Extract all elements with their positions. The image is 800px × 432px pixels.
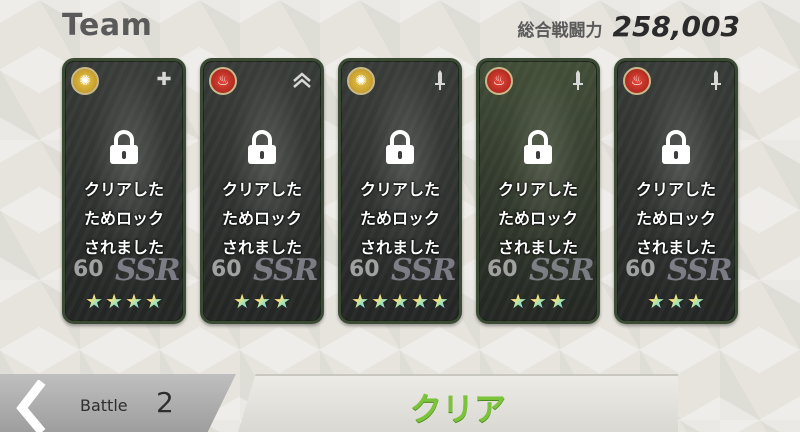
lock-icon (662, 130, 690, 164)
sun-element-icon: ✺ (71, 67, 99, 95)
star-icon: ★ (351, 289, 370, 313)
level-value: 60 (349, 257, 380, 282)
rarity-badge: SSR (667, 253, 733, 288)
star-rating: ★ ★ ★ ★ (65, 291, 183, 311)
total-power: 総合戦闘力 258,003 (517, 10, 740, 43)
star-icon: ★ (125, 289, 143, 313)
fire-element-icon: ♨ (623, 67, 651, 95)
level-value: 60 (73, 257, 104, 282)
level-value: 60 (625, 257, 656, 282)
character-card[interactable]: ♨ クリアした ためロック されました 60 SSR ★ ★ ★ (200, 58, 324, 324)
character-card[interactable]: ✺ ✚ クリアした ためロック されました 60 SSR ★ ★ ★ ★ (62, 58, 186, 324)
locked-message: クリアした ためロック されました (65, 175, 183, 262)
total-power-value: 258,003 (612, 10, 740, 43)
locked-message: クリアした ためロック されました (203, 175, 321, 262)
character-card[interactable]: ♨ クリアした ためロック されました 60 SSR ★ ★ ★ (476, 58, 600, 324)
bottom-bar: Battle 2 クリア (0, 374, 800, 432)
battle-number: 2 (156, 386, 174, 419)
rarity-badge: SSR (391, 253, 457, 288)
star-rating: ★ ★ ★ ★ ★ (341, 291, 459, 311)
star-icon: ★ (509, 289, 528, 313)
rarity-badge: SSR (253, 253, 319, 288)
locked-message: クリアした ためロック されました (617, 175, 735, 262)
star-icon: ★ (410, 289, 429, 313)
star-icon: ★ (548, 289, 567, 313)
page-title: Team (62, 8, 153, 43)
lock-icon (386, 130, 414, 164)
healer-cross-icon: ✚ (156, 69, 172, 90)
star-icon: ★ (85, 289, 104, 313)
lock-icon (248, 130, 276, 164)
sword-icon (435, 70, 445, 90)
rarity-badge: SSR (529, 253, 595, 288)
level-value: 60 (487, 257, 518, 282)
star-icon: ★ (647, 289, 666, 313)
star-icon: ★ (144, 289, 163, 313)
locked-message-line: クリアした (221, 180, 302, 199)
clear-status-text: クリア (409, 390, 506, 428)
lock-icon (110, 130, 138, 164)
sun-element-icon: ✺ (347, 67, 375, 95)
fire-element-icon: ♨ (485, 67, 513, 95)
team-card-list: ✺ ✚ クリアした ためロック されました 60 SSR ★ ★ ★ ★ ♨ クリアしたた… (62, 58, 738, 324)
star-rating: ★ ★ ★ (617, 291, 735, 311)
locked-message-line: ためロック (635, 209, 716, 228)
locked-message-line: クリアした (359, 180, 440, 199)
locked-message-line: ためロック (221, 209, 302, 228)
star-icon: ★ (391, 289, 409, 313)
character-card[interactable]: ♨ クリアした ためロック されました 60 SSR ★ ★ ★ (614, 58, 738, 324)
level-value: 60 (211, 257, 242, 282)
locked-message-line: ためロック (83, 209, 164, 228)
locked-message-line: クリアした (635, 180, 716, 199)
star-icon: ★ (667, 289, 685, 313)
back-chevron-icon[interactable] (14, 380, 48, 432)
star-icon: ★ (371, 289, 390, 313)
locked-message: クリアした ためロック されました (479, 175, 597, 262)
battle-label: Battle (80, 396, 128, 415)
lock-icon (524, 130, 552, 164)
locked-message-line: クリアした (83, 180, 164, 199)
locked-message-line: ためロック (497, 209, 578, 228)
sword-icon (573, 70, 583, 90)
star-rating: ★ ★ ★ (203, 291, 321, 311)
locked-message-line: ためロック (359, 209, 440, 228)
star-rating: ★ ★ ★ (479, 291, 597, 311)
locked-message: クリアした ためロック されました (341, 175, 459, 262)
character-card[interactable]: ✺ クリアした ためロック されました 60 SSR ★ ★ ★ ★ ★ (338, 58, 462, 324)
chevron-up-icon (293, 72, 311, 88)
sword-icon (711, 70, 721, 90)
star-icon: ★ (529, 289, 547, 313)
locked-message-line: クリアした (497, 180, 578, 199)
star-icon: ★ (430, 289, 449, 313)
star-icon: ★ (272, 289, 291, 313)
star-icon: ★ (105, 289, 123, 313)
star-icon: ★ (253, 289, 271, 313)
fire-element-icon: ♨ (209, 67, 237, 95)
star-icon: ★ (686, 289, 705, 313)
total-power-label: 総合戦闘力 (517, 21, 603, 41)
clear-status-panel: クリア (238, 374, 678, 432)
rarity-badge: SSR (115, 253, 181, 288)
star-icon: ★ (233, 289, 252, 313)
